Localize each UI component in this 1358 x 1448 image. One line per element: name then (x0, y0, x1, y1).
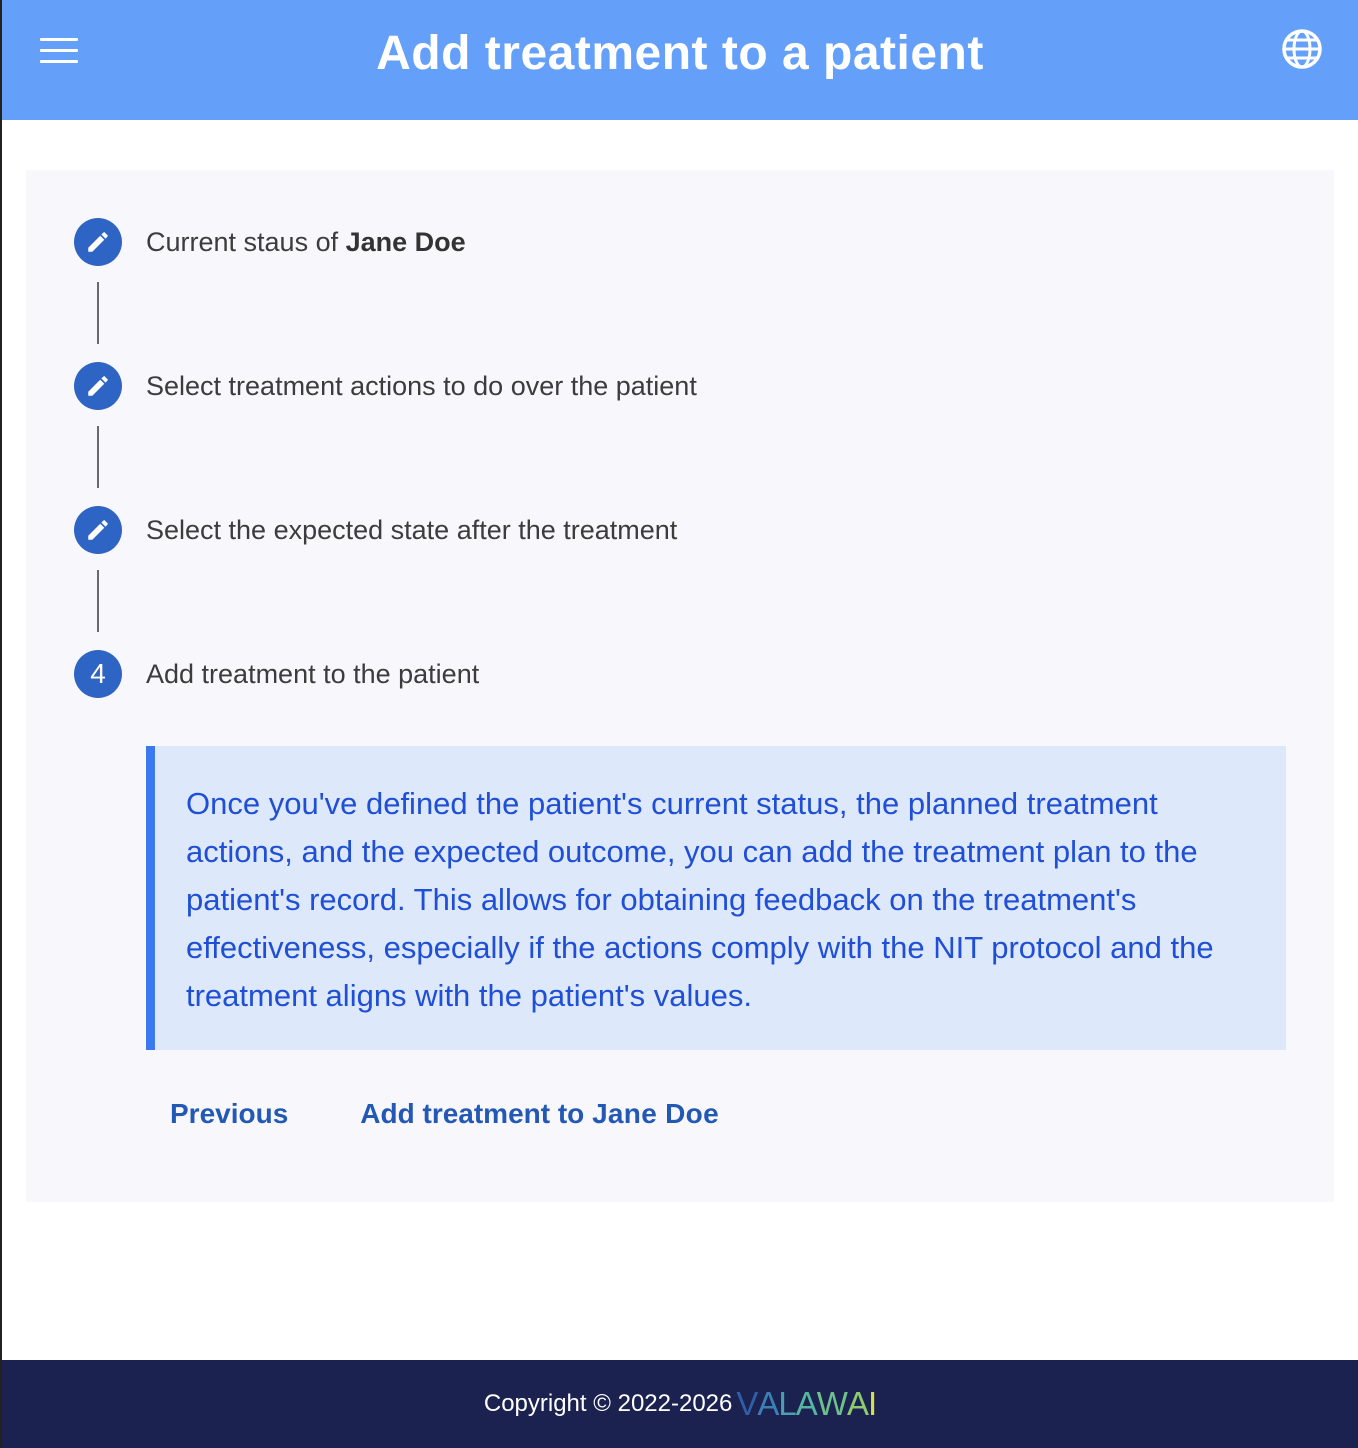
step-expected-state[interactable]: Select the expected state after the trea… (74, 505, 677, 555)
step-label: Select treatment actions to do over the … (146, 370, 697, 401)
brand-letter: A (757, 1385, 779, 1422)
step-number: 4 (90, 658, 106, 689)
brand-letter: W (816, 1385, 848, 1422)
brand-letter: V (736, 1385, 758, 1422)
step-actions: Previous Add treatment to Jane Doe (146, 1090, 719, 1138)
add-treatment-button[interactable]: Add treatment to Jane Doe (360, 1098, 719, 1130)
brand-letter: L (778, 1385, 796, 1422)
globe-icon[interactable] (1280, 27, 1324, 71)
stepper-panel: Current staus of Jane Doe Select treatme… (26, 170, 1334, 1202)
patient-name: Jane Doe (345, 226, 466, 257)
previous-button[interactable]: Previous (170, 1098, 288, 1130)
add-treatment-label: Add treatment to (360, 1098, 593, 1129)
step-connector (97, 570, 99, 632)
step-label: Select the expected state after the trea… (146, 514, 678, 545)
info-message: Once you've defined the patient's curren… (146, 746, 1286, 1050)
step-number-badge: 4 (74, 650, 122, 698)
step-connector (97, 426, 99, 488)
step-current-status[interactable]: Current staus of Jane Doe (74, 217, 466, 267)
add-treatment-patient: Jane Doe (592, 1098, 719, 1129)
step-add-treatment: 4 Add treatment to the patient (74, 649, 479, 699)
brand-letter: A (846, 1385, 869, 1422)
step-label: Current staus of Jane Doe (146, 227, 466, 258)
copyright-text: Copyright © 2022-2026 (483, 1390, 733, 1417)
step-label: Add treatment to the patient (146, 658, 480, 689)
step-label-text: Current staus of (146, 226, 346, 257)
page-title: Add treatment to a patient (376, 27, 984, 80)
footer: Copyright © 2022-2026 VALAWAI (2, 1360, 1358, 1448)
app-bar: Add treatment to a patient (2, 0, 1358, 120)
valawai-logo[interactable]: VALAWAI (736, 1385, 877, 1423)
window-edge (0, 0, 2, 1448)
brand-letter: I (867, 1385, 877, 1422)
pencil-icon (74, 218, 122, 266)
step-connector (97, 282, 99, 344)
step-treatment-actions[interactable]: Select treatment actions to do over the … (74, 361, 697, 411)
pencil-icon (74, 362, 122, 410)
brand-letter: A (795, 1385, 818, 1422)
pencil-icon (74, 506, 122, 554)
info-text: Once you've defined the patient's curren… (186, 786, 1214, 1013)
